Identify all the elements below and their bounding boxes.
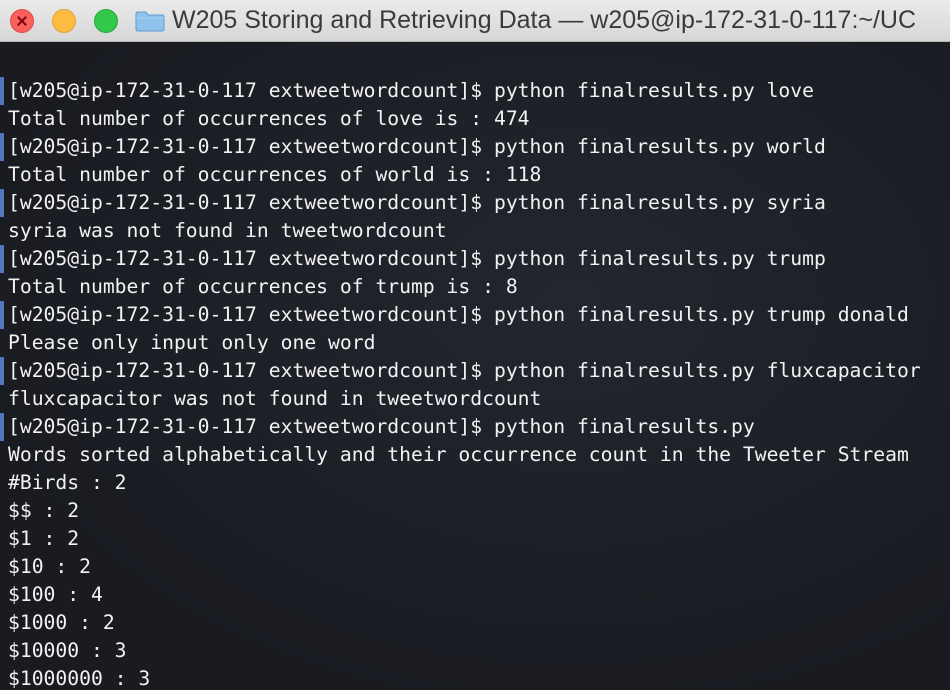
- output-line: $10 : 2: [8, 555, 91, 578]
- output-line: Total number of occurrences of world is …: [8, 163, 542, 186]
- folder-icon: [135, 11, 165, 32]
- output-line: Total number of occurrences of trump is …: [8, 275, 518, 298]
- output-line: Words sorted alphabetically and their oc…: [8, 443, 909, 466]
- output-line: $1000 : 2: [8, 611, 115, 634]
- output-line: $$ : 2: [8, 499, 80, 522]
- terminal-output: [w205@ip-172-31-0-117 extweetwordcount]$…: [8, 77, 921, 690]
- command-line: [w205@ip-172-31-0-117 extweetwordcount]$…: [8, 415, 755, 438]
- output-line: $100 : 4: [8, 583, 103, 606]
- command-line: [w205@ip-172-31-0-117 extweetwordcount]$…: [8, 303, 909, 326]
- output-line: $10000 : 3: [8, 639, 127, 662]
- output-line: fluxcapacitor was not found in tweetword…: [8, 387, 542, 410]
- command-line: [w205@ip-172-31-0-117 extweetwordcount]$…: [8, 247, 826, 270]
- prompt-mark: [0, 133, 4, 161]
- output-line: $1 : 2: [8, 527, 80, 550]
- output-line: syria was not found in tweetwordcount: [8, 219, 447, 242]
- close-button[interactable]: [10, 9, 34, 33]
- window-title: W205 Storing and Retrieving Data — w205@…: [172, 6, 917, 34]
- title-bar[interactable]: W205 Storing and Retrieving Data — w205@…: [0, 0, 950, 42]
- minimize-button[interactable]: [52, 9, 76, 33]
- output-line: $1000000 : 3: [8, 667, 151, 690]
- terminal-content[interactable]: [w205@ip-172-31-0-117 extweetwordcount]$…: [0, 42, 950, 690]
- prompt-mark: [0, 357, 4, 385]
- prompt-mark: [0, 413, 4, 441]
- prompt-mark: [0, 301, 4, 329]
- prompt-mark: [0, 245, 4, 273]
- zoom-button[interactable]: [94, 9, 118, 33]
- command-line: [w205@ip-172-31-0-117 extweetwordcount]$…: [8, 135, 826, 158]
- command-line: [w205@ip-172-31-0-117 extweetwordcount]$…: [8, 359, 921, 382]
- command-line: [w205@ip-172-31-0-117 extweetwordcount]$…: [8, 191, 826, 214]
- output-line: Total number of occurrences of love is :…: [8, 107, 530, 130]
- prompt-mark: [0, 77, 4, 105]
- terminal-window: W205 Storing and Retrieving Data — w205@…: [0, 0, 950, 690]
- output-line: Please only input only one word: [8, 331, 376, 354]
- command-line: [w205@ip-172-31-0-117 extweetwordcount]$…: [8, 79, 814, 102]
- prompt-mark: [0, 189, 4, 217]
- output-line: #Birds : 2: [8, 471, 127, 494]
